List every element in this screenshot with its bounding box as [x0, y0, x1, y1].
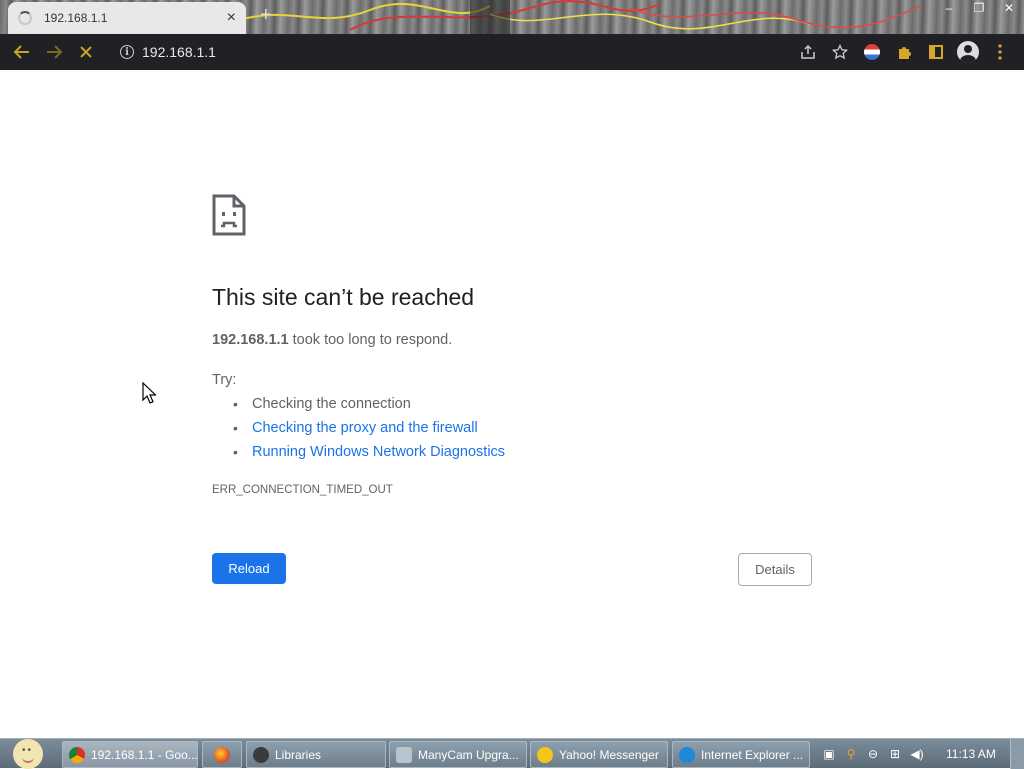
- try-label: Try:: [212, 372, 237, 388]
- suggestion-list: Checking the connection Checking the pro…: [233, 396, 505, 468]
- taskbar-item-yahoo-messenger[interactable]: Yahoo! Messenger: [530, 741, 668, 768]
- browser-toolbar: i 192.168.1.1: [0, 34, 1024, 70]
- chrome-icon: [69, 746, 85, 763]
- browser-tab[interactable]: 192.168.1.1 ×: [8, 2, 246, 34]
- tray-volume-icon[interactable]: ◀): [906, 739, 928, 769]
- extensions-puzzle-icon[interactable]: [888, 34, 920, 70]
- windows-taskbar: 192.168.1.1 - Goo... Libraries ManyCam U…: [0, 738, 1024, 769]
- taskbar-item-firefox[interactable]: [202, 741, 242, 768]
- error-host: 192.168.1.1: [212, 332, 289, 348]
- tab-title: 192.168.1.1: [44, 11, 108, 25]
- taskbar-item-label: Libraries: [275, 747, 322, 762]
- suggestion-check-connection: Checking the connection: [233, 396, 505, 420]
- manycam-icon: [396, 746, 412, 763]
- taskbar-item-internet-explorer[interactable]: Internet Explorer ...: [672, 741, 810, 768]
- start-orb-icon: [13, 739, 43, 769]
- taskbar-item-libraries[interactable]: Libraries: [246, 741, 386, 768]
- address-url: 192.168.1.1: [142, 44, 216, 60]
- extension-flag-icon[interactable]: [856, 34, 888, 70]
- mouse-cursor-icon: [142, 382, 156, 404]
- share-icon[interactable]: [792, 34, 824, 70]
- system-tray: ▣ ⚲ ⊖ ⊞ ◀) 11:13 AM: [812, 739, 1024, 769]
- minimize-button[interactable]: –: [934, 0, 964, 18]
- forward-button[interactable]: [38, 34, 70, 70]
- toolbar-actions: [792, 34, 1016, 70]
- taskbar-item-chrome[interactable]: 192.168.1.1 - Goo...: [62, 741, 198, 768]
- tray-network-icon[interactable]: ⊞: [884, 739, 906, 769]
- close-icon: [80, 46, 92, 58]
- taskbar-item-manycam[interactable]: ManyCam Upgra...: [389, 741, 527, 768]
- maximize-button[interactable]: ❐: [964, 0, 994, 18]
- taskbar-clock[interactable]: 11:13 AM: [946, 747, 996, 761]
- suggestion-check-proxy-link[interactable]: Checking the proxy and the firewall: [233, 420, 505, 444]
- start-button[interactable]: [8, 739, 48, 769]
- window-background-art: [239, 0, 921, 34]
- info-icon[interactable]: i: [120, 45, 134, 59]
- internet-explorer-icon: [679, 746, 695, 763]
- tab-close-icon[interactable]: ×: [227, 10, 236, 26]
- close-window-button[interactable]: ✕: [994, 0, 1024, 18]
- reload-button[interactable]: Reload: [212, 553, 286, 584]
- title-bar: 192.168.1.1 × + – ❐ ✕: [0, 0, 1024, 34]
- address-bar[interactable]: i 192.168.1.1: [108, 38, 858, 66]
- folder-icon: [253, 746, 269, 763]
- taskbar-item-label: ManyCam Upgra...: [418, 747, 519, 762]
- menu-kebab-icon[interactable]: [984, 34, 1016, 70]
- bookmark-star-icon[interactable]: [824, 34, 856, 70]
- error-description: 192.168.1.1 took too long to respond.: [212, 332, 452, 348]
- taskbar-item-label: 192.168.1.1 - Goo...: [91, 747, 198, 762]
- stop-loading-button[interactable]: [70, 34, 102, 70]
- window-controls: – ❐ ✕: [934, 0, 1024, 18]
- suggestion-network-diagnostics-link[interactable]: Running Windows Network Diagnostics: [233, 444, 505, 468]
- sad-document-icon: [212, 194, 246, 236]
- details-button[interactable]: Details: [738, 553, 812, 586]
- error-page: This site can’t be reached 192.168.1.1 t…: [0, 70, 1024, 738]
- show-desktop-button[interactable]: [1010, 739, 1024, 769]
- tray-search-icon[interactable]: ⚲: [840, 739, 862, 769]
- error-code: ERR_CONNECTION_TIMED_OUT: [212, 484, 393, 496]
- arrow-right-icon: [47, 45, 63, 59]
- side-panel-icon[interactable]: [920, 34, 952, 70]
- profile-avatar-icon[interactable]: [952, 34, 984, 70]
- tray-monitor-icon[interactable]: ▣: [818, 739, 840, 769]
- back-button[interactable]: [6, 34, 38, 70]
- new-tab-button[interactable]: +: [260, 4, 272, 27]
- yahoo-messenger-icon: [537, 746, 553, 763]
- tray-status-icon[interactable]: ⊖: [862, 739, 884, 769]
- loading-spinner-icon: [18, 11, 32, 25]
- error-description-text: took too long to respond.: [288, 332, 453, 348]
- error-title: This site can’t be reached: [212, 284, 475, 310]
- taskbar-item-label: Internet Explorer ...: [701, 747, 804, 762]
- firefox-icon: [214, 746, 230, 763]
- taskbar-item-label: Yahoo! Messenger: [559, 747, 659, 762]
- arrow-left-icon: [13, 45, 29, 59]
